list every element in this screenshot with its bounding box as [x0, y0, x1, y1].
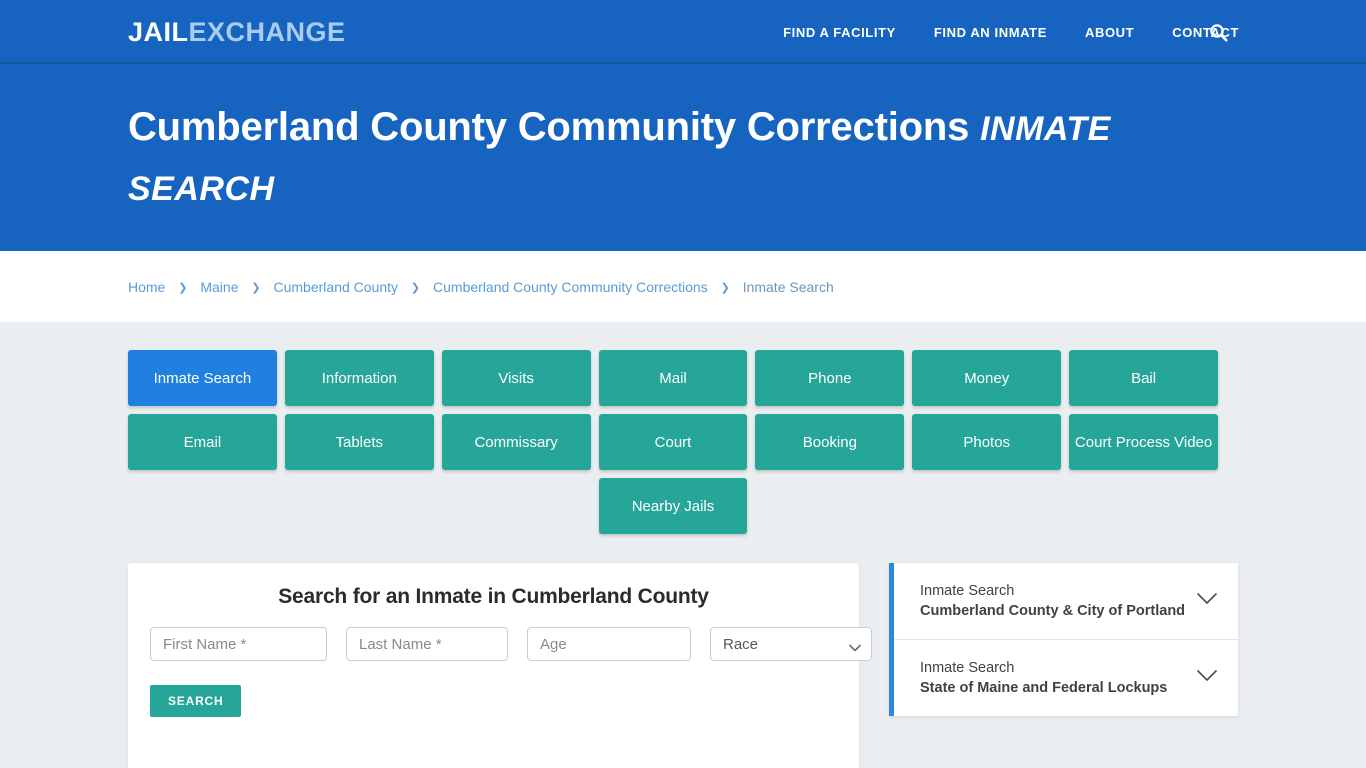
facility-section-tabs: Inmate Search Information Visits Mail Ph… [128, 322, 1218, 534]
race-select[interactable]: Race [710, 627, 872, 661]
breadcrumb-item-community-corrections[interactable]: Cumberland County Community Corrections [433, 279, 708, 295]
breadcrumb-bar: Home ❯ Maine ❯ Cumberland County ❯ Cumbe… [0, 251, 1366, 322]
last-name-input[interactable] [346, 627, 508, 661]
tile-information[interactable]: Information [284, 350, 434, 406]
tile-photos[interactable]: Photos [912, 414, 1062, 470]
tile-court-process-video[interactable]: Court Process Video [1069, 414, 1218, 470]
tile-booking[interactable]: Booking [755, 414, 905, 470]
accordion-title: Inmate Search [920, 583, 1015, 599]
accordion-item-cumberland-portland[interactable]: Inmate Search Cumberland County & City o… [894, 563, 1238, 639]
accordion-label: Inmate Search Cumberland County & City o… [920, 581, 1185, 621]
tile-phone[interactable]: Phone [755, 350, 905, 406]
search-fields-row: Race [150, 627, 872, 661]
tile-mail[interactable]: Mail [598, 350, 748, 406]
breadcrumb-item-inmate-search: Inmate Search [742, 278, 834, 295]
breadcrumb: Home ❯ Maine ❯ Cumberland County ❯ Cumbe… [128, 279, 834, 295]
tile-commissary[interactable]: Commissary [441, 414, 591, 470]
tile-inmate-search[interactable]: Inmate Search [128, 350, 277, 406]
breadcrumb-item-maine[interactable]: Maine [200, 279, 238, 295]
breadcrumb-item-cumberland-county[interactable]: Cumberland County [274, 279, 399, 295]
tile-money[interactable]: Money [912, 350, 1062, 406]
search-submit-button[interactable]: SEARCH [150, 685, 242, 717]
primary-nav: FIND A FACILITY FIND AN INMATE ABOUT CON… [764, 0, 1258, 64]
breadcrumb-item-home[interactable]: Home [128, 279, 165, 295]
tile-nearby-jails[interactable]: Nearby Jails [598, 478, 748, 534]
accordion-title: Inmate Search [920, 660, 1015, 676]
age-input[interactable] [527, 627, 691, 661]
tile-visits[interactable]: Visits [441, 350, 591, 406]
accordion-subtitle: Cumberland County & City of Portland [920, 603, 1186, 619]
nav-item-find-a-facility[interactable]: FIND A FACILITY [764, 25, 915, 40]
page-title: Cumberland County Community Corrections … [128, 98, 1238, 218]
chevron-down-icon[interactable] [1196, 592, 1218, 610]
first-name-input[interactable] [150, 627, 327, 661]
tile-tablets[interactable]: Tablets [284, 414, 434, 470]
accordion-subtitle: State of Maine and Federal Lockups [920, 680, 1168, 696]
page-title-main: Cumberland County Community Corrections [128, 104, 981, 149]
page-hero: Cumberland County Community Corrections … [0, 64, 1366, 251]
tile-bail[interactable]: Bail [1069, 350, 1218, 406]
site-header: JAILEXCHANGE FIND A FACILITY FIND AN INM… [0, 0, 1366, 64]
site-logo[interactable]: JAILEXCHANGE [128, 16, 346, 48]
inmate-search-card: Search for an Inmate in Cumberland Count… [128, 563, 872, 768]
tile-email[interactable]: Email [128, 414, 277, 470]
nav-item-find-an-inmate[interactable]: FIND AN INMATE [915, 25, 1066, 40]
breadcrumb-separator-icon: ❯ [178, 281, 188, 294]
accordion-label: Inmate Search State of Maine and Federal… [920, 658, 1167, 698]
breadcrumb-separator-icon: ❯ [720, 281, 730, 294]
inmate-search-accordions: Inmate Search Cumberland County & City o… [889, 563, 1238, 716]
tile-court[interactable]: Court [598, 414, 748, 470]
breadcrumb-separator-icon: ❯ [410, 281, 421, 294]
accordion-item-maine-federal[interactable]: Inmate Search State of Maine and Federal… [894, 639, 1238, 716]
logo-text-exchange: EXCHANGE [188, 17, 346, 47]
chevron-down-icon[interactable] [1196, 669, 1218, 687]
lower-content: Search for an Inmate in Cumberland Count… [128, 563, 1238, 768]
main-content: Inmate Search Information Visits Mail Ph… [0, 322, 1366, 768]
race-select-wrapper: Race [710, 627, 872, 661]
logo-text-jail: JAIL [128, 17, 189, 47]
nav-item-about[interactable]: ABOUT [1066, 25, 1153, 40]
breadcrumb-separator-icon: ❯ [251, 281, 261, 294]
search-form-heading: Search for an Inmate in Cumberland Count… [278, 585, 709, 608]
search-icon[interactable] [1205, 19, 1231, 45]
